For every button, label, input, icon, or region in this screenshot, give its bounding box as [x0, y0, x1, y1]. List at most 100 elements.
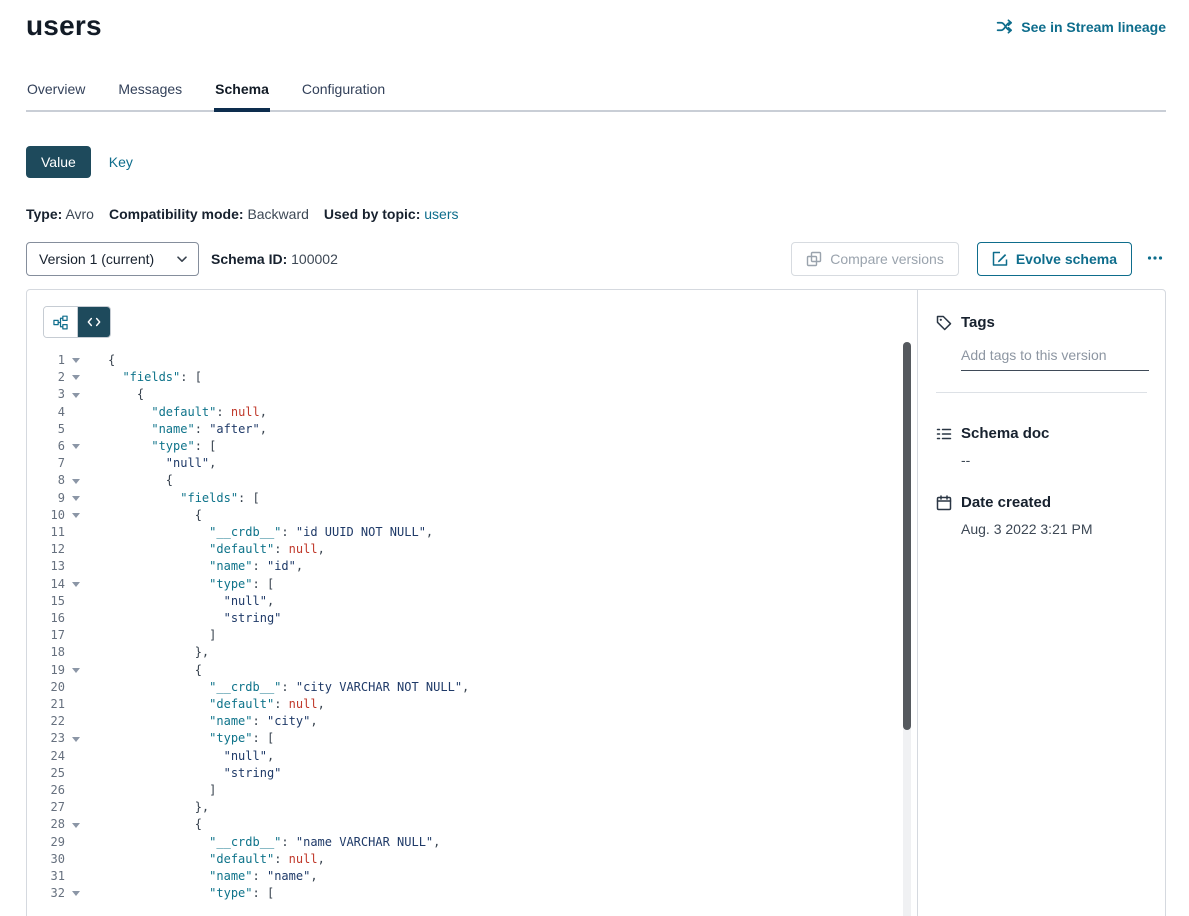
code-line: 6 "type": [ — [27, 438, 917, 455]
fold-caret-icon[interactable] — [72, 479, 80, 484]
schema-meta: Type: Avro Compatibility mode: Backward … — [26, 206, 1166, 222]
fold-caret-icon[interactable] — [72, 444, 80, 449]
value-toggle-button[interactable]: Value — [26, 146, 91, 178]
line-number: 21 — [27, 696, 65, 713]
code-line: 9 "fields": [ — [27, 490, 917, 507]
code-view-button[interactable] — [77, 307, 110, 337]
date-created-header: Date created — [936, 494, 1147, 511]
line-number: 17 — [27, 627, 65, 644]
code-line: 20 "__crdb__": "city VARCHAR NOT NULL", — [27, 679, 917, 696]
line-number: 4 — [27, 404, 65, 421]
tags-title: Tags — [961, 314, 995, 331]
fold-caret-icon[interactable] — [72, 737, 80, 742]
fold-caret-icon[interactable] — [72, 891, 80, 896]
scrollbar-thumb[interactable] — [903, 342, 911, 730]
line-number: 5 — [27, 421, 65, 438]
editor-scrollbar[interactable] — [903, 342, 911, 916]
line-number: 32 — [27, 885, 65, 902]
tab-overview[interactable]: Overview — [26, 73, 86, 110]
evolve-schema-button[interactable]: Evolve schema — [977, 242, 1132, 276]
schema-doc-header: Schema doc — [936, 425, 1147, 442]
line-number: 29 — [27, 834, 65, 851]
date-created-value: Aug. 3 2022 3:21 PM — [961, 521, 1147, 537]
tags-section: Tags — [936, 314, 1147, 371]
tree-view-icon — [53, 315, 68, 330]
type-label: Type: — [26, 206, 62, 222]
fold-caret-icon[interactable] — [72, 513, 80, 518]
code-line: 25 "string" — [27, 765, 917, 782]
line-number: 9 — [27, 490, 65, 507]
line-number: 31 — [27, 868, 65, 885]
code-line: 12 "default": null, — [27, 541, 917, 558]
tree-view-button[interactable] — [44, 307, 77, 337]
code-text: "string" — [87, 610, 281, 627]
code-text: "default": null, — [87, 541, 325, 558]
compare-versions-button[interactable]: Compare versions — [791, 242, 959, 276]
stream-lineage-label: See in Stream lineage — [1021, 19, 1166, 35]
stream-lineage-link[interactable]: See in Stream lineage — [996, 18, 1166, 35]
line-number: 23 — [27, 730, 65, 747]
version-select[interactable]: Version 1 (current) — [26, 242, 199, 276]
type-value: Avro — [65, 206, 94, 222]
code-text: "__crdb__": "name VARCHAR NULL", — [87, 834, 440, 851]
line-number: 8 — [27, 472, 65, 489]
code-text: "default": null, — [87, 851, 325, 868]
code-line: 15 "null", — [27, 593, 917, 610]
code-line: 8 { — [27, 472, 917, 489]
code-text: "null", — [87, 455, 216, 472]
line-number: 11 — [27, 524, 65, 541]
code-text: { — [87, 386, 144, 403]
fold-caret-icon[interactable] — [72, 496, 80, 501]
code-text: ] — [87, 782, 216, 799]
code-text: "name": "after", — [87, 421, 267, 438]
more-options-button[interactable] — [1144, 244, 1166, 275]
code-line: 21 "default": null, — [27, 696, 917, 713]
code-line: 13 "name": "id", — [27, 558, 917, 575]
code-line: 31 "name": "name", — [27, 868, 917, 885]
fold-caret-icon[interactable] — [72, 668, 80, 673]
code-line: 4 "default": null, — [27, 404, 917, 421]
tab-messages[interactable]: Messages — [117, 73, 183, 110]
evolve-schema-label: Evolve schema — [1016, 251, 1117, 267]
code-text: "string" — [87, 765, 281, 782]
meta-compatibility: Compatibility mode: Backward — [109, 206, 309, 222]
code-text: { — [87, 816, 202, 833]
code-text: ] — [87, 627, 216, 644]
line-number: 12 — [27, 541, 65, 558]
line-number: 16 — [27, 610, 65, 627]
compatibility-value: Backward — [247, 206, 308, 222]
code-text: "default": null, — [87, 404, 267, 421]
code-text: }, — [87, 644, 209, 661]
compare-versions-icon — [806, 251, 822, 267]
line-number: 27 — [27, 799, 65, 816]
code-text: "name": "id", — [87, 558, 303, 575]
code-text: "type": [ — [87, 576, 274, 593]
line-number: 13 — [27, 558, 65, 575]
tab-schema[interactable]: Schema — [214, 73, 270, 110]
code-text: "name": "city", — [87, 713, 318, 730]
tab-configuration[interactable]: Configuration — [301, 73, 386, 110]
code-line: 2 "fields": [ — [27, 369, 917, 386]
line-number: 18 — [27, 644, 65, 661]
tags-input[interactable] — [961, 345, 1149, 371]
topic-link[interactable]: users — [424, 206, 458, 222]
date-created-section: Date created Aug. 3 2022 3:21 PM — [936, 494, 1147, 537]
fold-caret-icon[interactable] — [72, 582, 80, 587]
editor-view-toggle — [43, 306, 111, 338]
code-line: 29 "__crdb__": "name VARCHAR NULL", — [27, 834, 917, 851]
key-toggle-button[interactable]: Key — [97, 146, 145, 178]
schema-id-value: 100002 — [291, 251, 338, 267]
code-line: 16 "string" — [27, 610, 917, 627]
code-text: }, — [87, 799, 209, 816]
line-number: 24 — [27, 748, 65, 765]
code-line: 32 "type": [ — [27, 885, 917, 902]
fold-caret-icon[interactable] — [72, 375, 80, 380]
fold-caret-icon[interactable] — [72, 358, 80, 363]
fold-caret-icon[interactable] — [72, 393, 80, 398]
fold-caret-icon[interactable] — [72, 823, 80, 828]
line-number: 28 — [27, 816, 65, 833]
value-key-toggle: Value Key — [26, 146, 1166, 178]
meta-type: Type: Avro — [26, 206, 94, 222]
code-line: 22 "name": "city", — [27, 713, 917, 730]
code-text: "type": [ — [87, 438, 216, 455]
